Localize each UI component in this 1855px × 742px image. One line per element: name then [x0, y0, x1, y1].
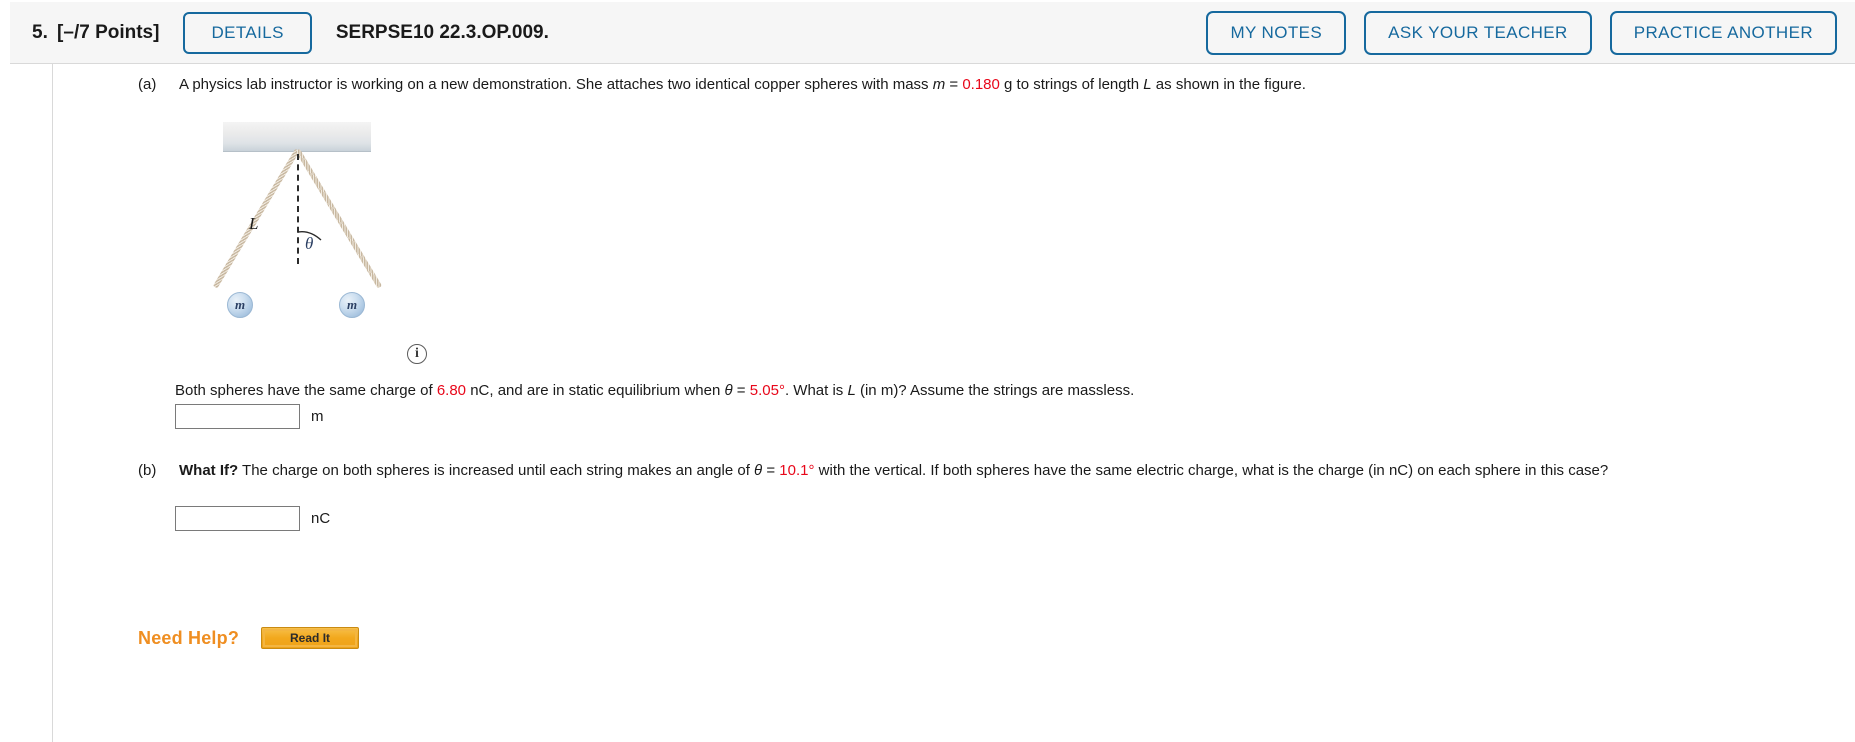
read-it-button[interactable]: Read It: [261, 627, 360, 649]
my-notes-button[interactable]: MY NOTES: [1206, 10, 1347, 55]
part-a-question-line: Both spheres have the same charge of 6.8…: [175, 380, 1134, 402]
part-b-label: (b): [138, 462, 157, 479]
theta-symbol-b: θ: [754, 462, 763, 479]
part-b-answer-unit: nC: [311, 510, 331, 527]
figure-label-L: L: [249, 214, 259, 233]
sphere-left: m: [227, 292, 253, 318]
info-icon[interactable]: i: [407, 344, 427, 364]
ask-your-teacher-button[interactable]: ASK YOUR TEACHER: [1364, 10, 1592, 55]
sphere-right: m: [339, 292, 365, 318]
part-a-intro-text-3: as shown in the figure.: [1151, 76, 1306, 93]
part-a-question-text-3: . What is: [784, 382, 848, 399]
part-a-label: (a): [138, 76, 157, 93]
need-help-label: Need Help?: [138, 627, 240, 648]
theta-equals-a: =: [732, 382, 750, 399]
part-b-statement: (b) What If? The charge on both spheres …: [138, 462, 1838, 479]
part-a-statement-text: A physics lab instructor is working on a…: [179, 76, 1838, 93]
charge-value: 6.80: [436, 382, 467, 399]
question-header: 5. [–/7 Points] DETAILS SERPSE10 22.3.OP…: [10, 2, 1855, 64]
mass-symbol: m: [932, 76, 946, 93]
part-b-text-1: The charge on both spheres is increased …: [238, 462, 755, 479]
part-a-answer-row: m: [175, 404, 324, 429]
angle-arc-svg: [297, 230, 322, 241]
theta-value-a: 5.05: [749, 382, 779, 399]
question-code: SERPSE10 22.3.OP.009.: [335, 21, 549, 43]
part-b-text-2: with the vertical. If both spheres have …: [814, 462, 1609, 479]
question-body-panel: (a) A physics lab instructor is working …: [52, 64, 1855, 742]
part-b-answer-input[interactable]: [175, 506, 300, 531]
part-a-question-text-2: nC, and are in static equilibrium when: [466, 382, 725, 399]
part-a-answer-input[interactable]: [175, 404, 300, 429]
part-a-statement: (a) A physics lab instructor is working …: [138, 76, 1838, 93]
right-string: [295, 148, 383, 289]
mass-equals: =: [945, 76, 963, 93]
part-a-question-text-4: (in m)? Assume the strings are massless.: [855, 382, 1135, 399]
theta-equals-b: =: [762, 462, 780, 479]
part-a-intro-text-2: g to strings of length: [999, 76, 1144, 93]
mass-value: 0.180: [962, 76, 1000, 93]
question-page: 5. [–/7 Points] DETAILS SERPSE10 22.3.OP…: [0, 0, 1855, 742]
details-button[interactable]: DETAILS: [183, 11, 312, 54]
theta-value-b: 10.1: [779, 462, 809, 479]
part-b-answer-row: nC: [175, 506, 330, 531]
figure-label-theta: θ: [305, 234, 314, 253]
pendulum-figure: L θ m m i: [173, 122, 473, 387]
part-b-statement-text: What If? The charge on both spheres is i…: [179, 462, 1838, 479]
part-a-question-text-1: Both spheres have the same charge of: [175, 382, 437, 399]
part-a-answer-unit: m: [311, 408, 324, 425]
what-if-prefix: What If?: [179, 462, 239, 479]
need-help-section: Need Help? Read It: [138, 627, 360, 649]
length-symbol: L: [1143, 76, 1152, 93]
part-a-intro-text-1: A physics lab instructor is working on a…: [179, 76, 933, 93]
practice-another-button[interactable]: PRACTICE ANOTHER: [1609, 10, 1837, 55]
ceiling-bar: [223, 122, 371, 152]
vertical-reference-line: [297, 154, 299, 264]
theta-symbol-a: θ: [724, 382, 733, 399]
question-number: 5.: [32, 21, 49, 43]
points-badge: [–/7 Points]: [57, 21, 160, 43]
length-symbol-question: L: [847, 382, 856, 399]
